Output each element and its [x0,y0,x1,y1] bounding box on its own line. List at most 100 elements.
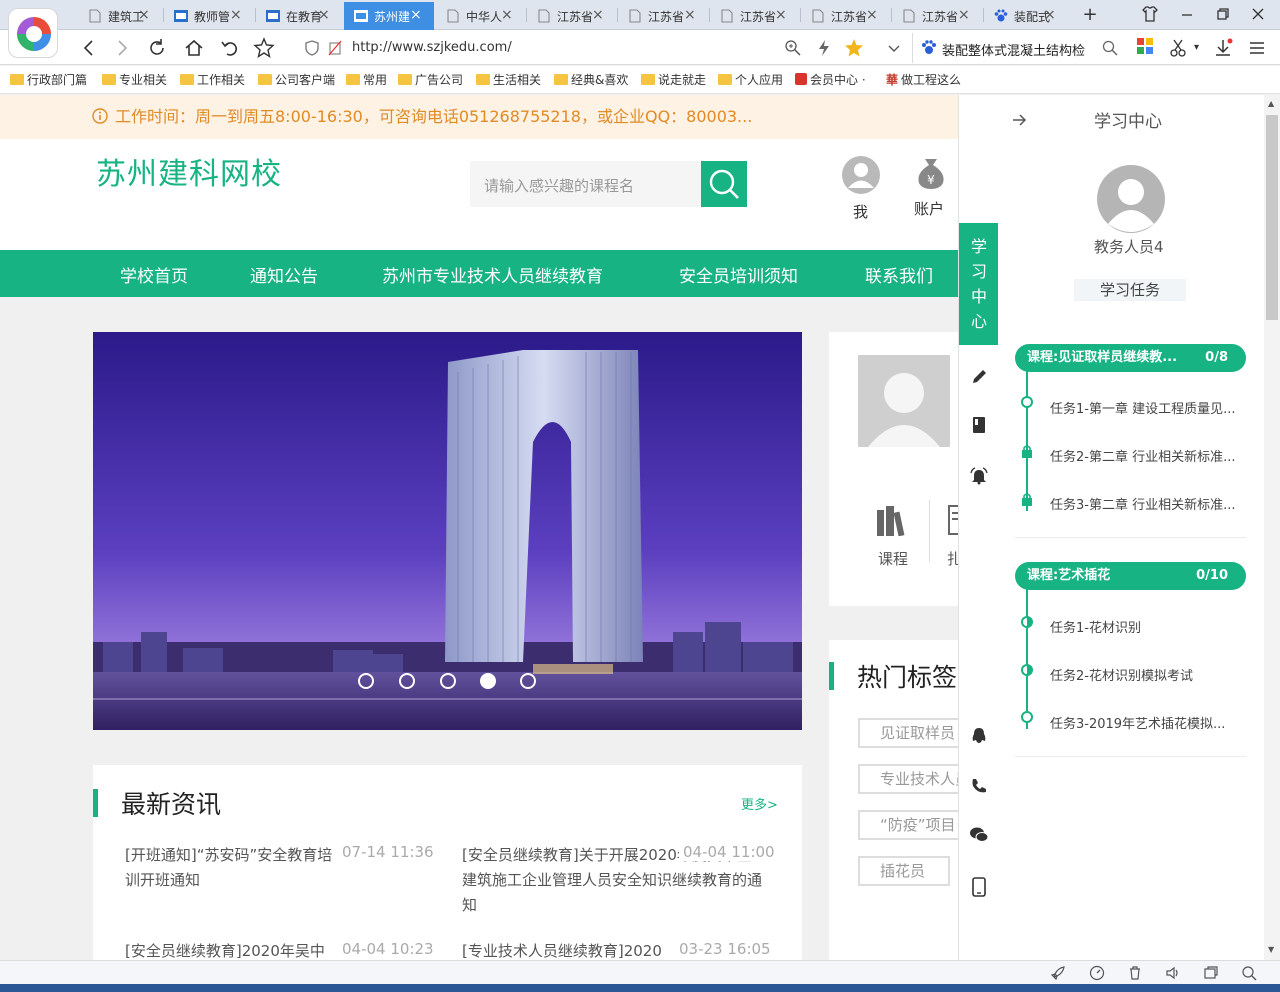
minimize-button[interactable] [1178,5,1198,23]
profile-course-label[interactable]: 课程 [878,548,908,569]
bookmark-item[interactable]: 工作相关 [180,71,245,88]
carousel-dot-3[interactable] [440,673,456,689]
bookmark-item[interactable]: 说走就走 [641,71,706,88]
new-tab-button[interactable]: + [1080,4,1100,25]
reload-icon[interactable] [146,37,168,59]
me-label[interactable]: 我 [853,201,868,222]
browser-tab[interactable]: 教师管 × [164,2,254,30]
panel-avatar[interactable] [1096,164,1166,234]
browser-tab[interactable]: 江苏省 × [527,2,616,30]
bookmark-item[interactable]: 公司客户端 [258,71,335,88]
phone-icon[interactable] [970,777,988,795]
shield-icon[interactable] [304,40,320,56]
bookmark-item[interactable]: 经典&喜欢 [554,71,628,88]
bookmark-item[interactable]: 会员中心 · [795,71,866,88]
course-search-input[interactable]: 请输入感兴趣的课程名 [470,161,702,207]
tag-item[interactable]: 插花员 [858,856,950,886]
scissors-dropdown-icon[interactable]: ▾ [1194,42,1199,53]
speed-icon[interactable] [1089,965,1105,981]
tag-item[interactable]: “防疫”项目 [858,810,958,840]
wechat-icon[interactable] [969,826,989,844]
browser-tab[interactable]: 在教育 × [256,2,342,30]
favorite-star-icon[interactable] [253,37,275,59]
course-header-2[interactable]: 课程:艺术插花 0/10 [1015,562,1246,590]
task-item[interactable]: 任务2-第二章 行业相关新标准... [1050,446,1236,465]
restore-button[interactable] [1214,5,1234,23]
undo-close-icon[interactable] [219,37,241,59]
books-icon[interactable] [876,504,910,536]
search-icon[interactable] [1102,40,1118,56]
scroll-thumb[interactable] [1266,115,1278,320]
profile-avatar[interactable] [858,355,950,447]
browser-tab[interactable]: 江苏省 × [892,2,982,30]
arrow-right-icon[interactable] [1011,112,1027,128]
bookmark-item[interactable]: 个人应用 [718,71,783,88]
study-center-tab[interactable]: 学习中心 [959,223,999,345]
site-name[interactable]: 苏州建科网校 [96,149,282,193]
shirt-skin-icon[interactable] [1141,5,1161,23]
forward-icon[interactable] [111,37,133,59]
close-tab-icon[interactable]: × [1044,7,1056,23]
close-tab-icon[interactable]: × [592,7,604,23]
close-tab-icon[interactable]: × [501,7,513,23]
close-tab-icon[interactable]: × [775,7,787,23]
apps-grid-icon[interactable] [1136,37,1158,59]
menu-icon[interactable] [1246,37,1268,59]
profile-other-label[interactable]: 扎 [947,548,958,569]
carousel-dot-4-active[interactable] [480,673,496,689]
window-icon[interactable] [1203,965,1219,981]
zoom-icon[interactable] [784,39,802,57]
account-label[interactable]: 账户 [914,198,944,219]
tag-item[interactable]: 专业技术人员 [858,764,958,794]
scroll-down-icon[interactable]: ▼ [1268,945,1274,954]
mobile-icon[interactable] [972,877,986,897]
zoom-search-icon[interactable] [1241,965,1257,981]
book-icon[interactable] [971,416,987,434]
task-item[interactable]: 任务3-2019年艺术插花模拟... [1050,713,1225,732]
close-tab-icon[interactable]: × [866,7,878,23]
url-text[interactable]: http://www.szjkedu.com/ [352,40,512,55]
document-icon[interactable] [947,504,958,536]
scroll-up-icon[interactable]: ▲ [1268,99,1274,108]
close-tab-icon[interactable]: × [138,7,150,23]
browser-tab[interactable]: 中华人 × [436,2,525,30]
bookmark-item[interactable]: 广告公司 [398,71,463,88]
bookmark-item[interactable]: 常用 [346,71,387,88]
vertical-scrollbar[interactable]: ▲ ▼ [1264,95,1280,960]
bookmark-item[interactable]: 華做工程这么 [886,71,961,88]
tasks-button[interactable]: 学习任务 [1074,279,1186,301]
close-tab-icon[interactable]: × [230,7,242,23]
news-item-4[interactable]: [专业技术人员继续教育]2020 [462,940,672,960]
back-icon[interactable] [78,37,100,59]
tag-item[interactable]: 见证取样员 [858,718,958,748]
nav-safety-training[interactable]: 安全员培训须知 [679,262,798,287]
news-item-3[interactable]: [安全员继续教育]2020年吴中 [125,940,335,960]
close-window-button[interactable] [1249,5,1269,23]
close-tab-icon[interactable]: × [958,7,970,23]
course-search-button[interactable] [701,161,747,207]
task-item[interactable]: 任务1-第一章 建设工程质量见... [1050,398,1236,417]
user-avatar-icon[interactable] [841,155,881,195]
task-item[interactable]: 任务2-花材识别模拟考试 [1050,665,1193,684]
carousel-dot-5[interactable] [520,673,536,689]
scissors-icon[interactable] [1168,37,1190,59]
bookmark-item[interactable]: 行政部门篇 [10,71,87,88]
nav-continuing-education[interactable]: 苏州市专业技术人员继续教育 [382,262,603,287]
download-icon[interactable] [1212,37,1234,59]
close-tab-icon[interactable]: × [410,7,422,23]
bookmark-item[interactable]: 专业相关 [102,71,167,88]
pencil-icon[interactable] [970,368,988,386]
alarm-bell-icon[interactable] [970,467,988,485]
news-item-1[interactable]: [开班通知]“苏安码”安全教育培训开班通知 [125,843,335,893]
browser-tab[interactable]: 江苏省 × [801,2,890,30]
task-item[interactable]: 任务3-第二章 行业相关新标准... [1050,494,1236,513]
news-more-link[interactable]: 更多> [741,794,778,813]
nav-contact[interactable]: 联系我们 [865,262,933,287]
browser-tab[interactable]: 江苏省 × [710,2,799,30]
rocket-icon[interactable] [1050,965,1066,981]
nav-home[interactable]: 学校首页 [120,262,188,287]
close-tab-icon[interactable]: × [684,7,696,23]
bookmark-item[interactable]: 生活相关 [476,71,541,88]
browser-search-box[interactable]: 装配整体式混凝土结构检 [912,33,1124,63]
browser-tab[interactable]: 苏州建 × [344,2,434,30]
